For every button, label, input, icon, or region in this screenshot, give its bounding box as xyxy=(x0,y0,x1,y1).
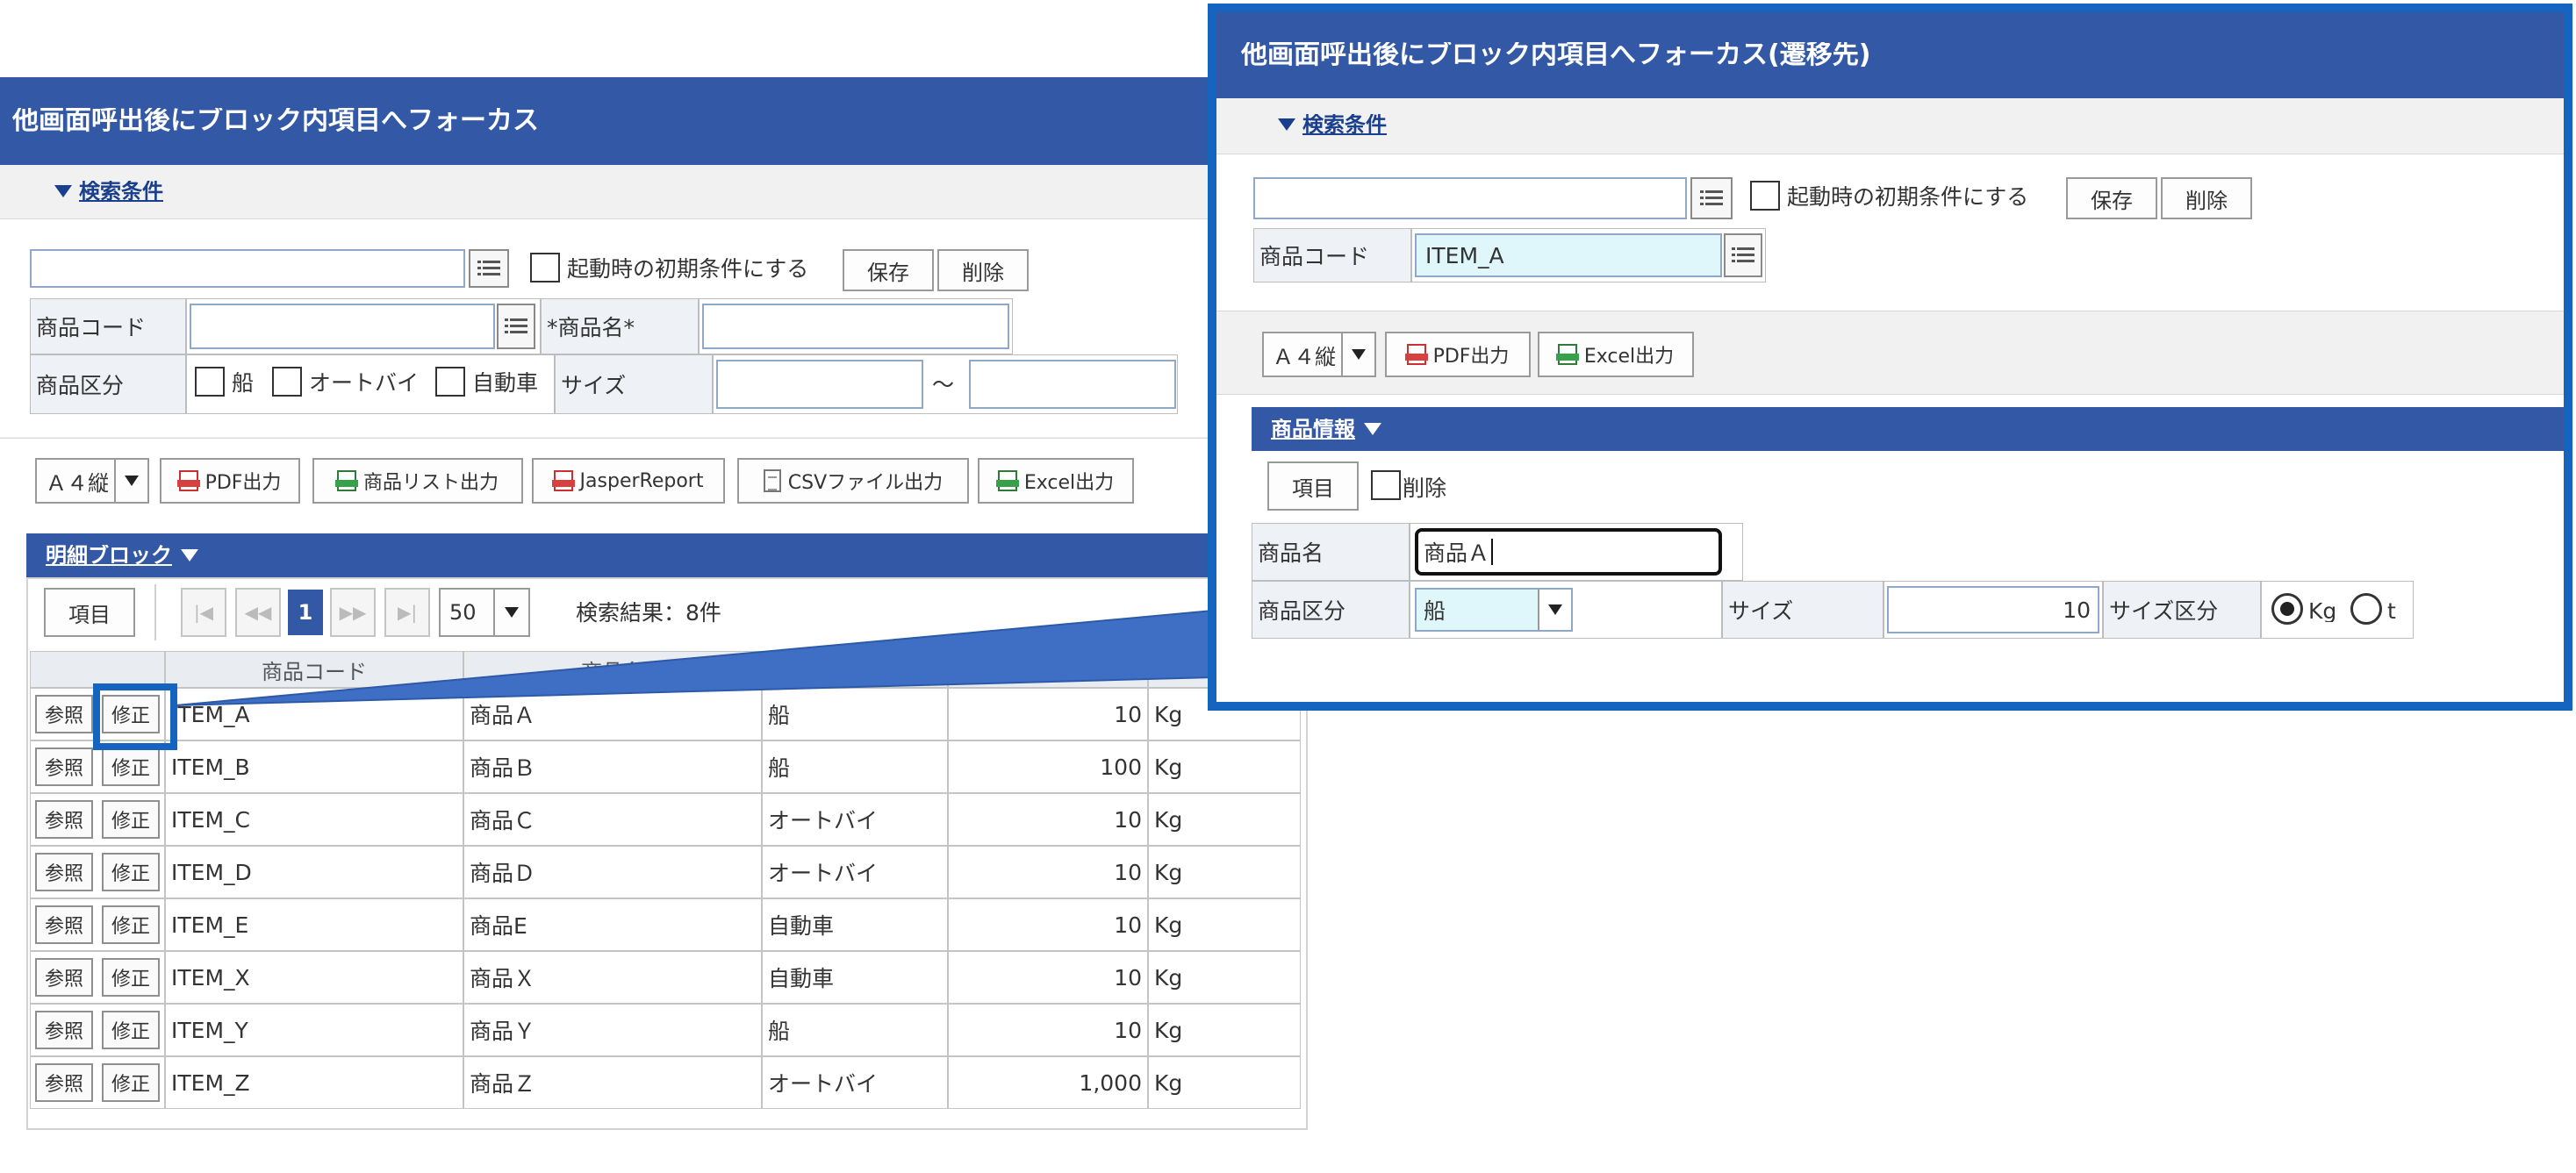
right-category-label: 商品区分 xyxy=(1258,598,1346,624)
right-page-title: 他画面呼出後にブロック内項目へフォーカス(遷移先) xyxy=(1241,42,1871,68)
right-items-label: 項目 xyxy=(1292,476,1334,501)
right-screen: 他画面呼出後にブロック内項目へフォーカス(遷移先) 検索条件 起動時の初期条件に… xyxy=(1208,4,2572,711)
right-excel-label: Excel出力 xyxy=(1583,346,1675,368)
right-category-label-cell: 商品区分 xyxy=(1252,581,1410,639)
right-unit-t-radio[interactable] xyxy=(2350,593,2382,625)
right-product-code-list-button[interactable] xyxy=(1724,233,1762,277)
right-search-toggle-bar: 検索条件 xyxy=(1216,98,2564,154)
right-search-toggle-label: 検索条件 xyxy=(1302,114,1387,135)
right-info-block-title[interactable]: 商品情報 xyxy=(1271,418,1355,440)
text-cursor xyxy=(1491,539,1494,565)
right-size-input[interactable]: 10 xyxy=(1887,586,2099,633)
right-category-value: 船 xyxy=(1424,598,1446,624)
right-info-block-header: 商品情報 xyxy=(1252,407,2564,451)
right-name-input[interactable]: 商品Ａ xyxy=(1415,528,1722,576)
right-name-label-cell: 商品名 xyxy=(1252,523,1410,581)
right-product-code-label: 商品コード xyxy=(1259,244,1370,269)
right-name-label: 商品名 xyxy=(1258,540,1324,566)
right-delete-checkbox-label: 削除 xyxy=(1403,477,1447,499)
right-unit-kg-radio[interactable] xyxy=(2271,593,2303,625)
right-saved-condition-input[interactable] xyxy=(1253,177,1687,219)
dropdown-arrow-icon[interactable] xyxy=(1538,590,1571,630)
radio-selected-dot xyxy=(2280,602,2294,616)
list-icon xyxy=(1732,247,1754,262)
right-product-code-label-cell: 商品コード xyxy=(1253,228,1411,283)
pdf-icon xyxy=(1404,344,1428,365)
right-title-bar: 他画面呼出後にブロック内項目へフォーカス(遷移先) xyxy=(1216,12,2564,98)
right-size-unit-label-cell: サイズ区分 xyxy=(2103,581,2261,639)
right-unit-kg-label: Kg xyxy=(2308,600,2337,622)
right-size-value: 10 xyxy=(2063,597,2091,623)
triangle-down-icon xyxy=(1278,118,1295,131)
dropdown-arrow-icon[interactable] xyxy=(1341,333,1374,376)
right-unit-t-label: t xyxy=(2387,600,2396,622)
right-size-label: サイズ xyxy=(1728,598,1794,624)
right-delete-label: 削除 xyxy=(2185,188,2228,213)
right-product-code-value: ITEM_A xyxy=(1425,242,1504,268)
right-pdf-label: PDF出力 xyxy=(1432,346,1510,368)
right-saved-condition-list-button[interactable] xyxy=(1690,177,1733,219)
right-search-toggle[interactable]: 検索条件 xyxy=(1278,114,1387,135)
right-excel-button[interactable]: Excel出力 xyxy=(1538,332,1694,377)
right-name-value: 商品Ａ xyxy=(1424,540,1490,566)
right-size-unit-label: サイズ区分 xyxy=(2109,598,2219,624)
triangle-down-icon[interactable] xyxy=(1364,423,1381,435)
right-delete-checkbox[interactable] xyxy=(1371,470,1401,500)
right-startup-checkbox[interactable] xyxy=(1750,181,1780,211)
right-items-button[interactable]: 項目 xyxy=(1267,461,1359,511)
right-save-button[interactable]: 保存 xyxy=(2066,177,2157,219)
right-paper-value: Ａ４縦 xyxy=(1273,344,1336,369)
list-icon xyxy=(1700,190,1723,205)
right-save-label: 保存 xyxy=(2091,188,2133,213)
right-size-label-cell: サイズ xyxy=(1722,581,1884,639)
excel-icon xyxy=(1555,344,1579,365)
right-pdf-button[interactable]: PDF出力 xyxy=(1385,332,1531,377)
right-startup-label: 起動時の初期条件にする xyxy=(1787,186,2029,208)
right-delete-button[interactable]: 削除 xyxy=(2161,177,2252,219)
right-product-code-input[interactable]: ITEM_A xyxy=(1415,233,1722,277)
